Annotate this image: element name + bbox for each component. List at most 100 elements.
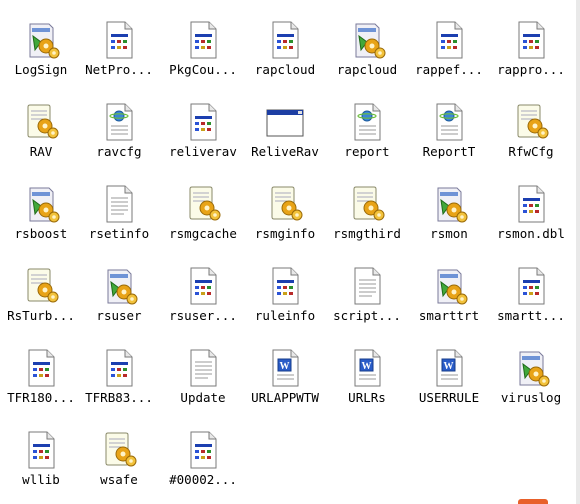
setup-scroll-icon [21,266,61,308]
setup-app-icon [99,266,139,308]
file-label: rappef... [415,62,483,77]
file-label: rsmon [430,226,468,241]
file-item[interactable]: rapcloud [326,20,408,90]
file-item[interactable]: wllib [0,430,82,500]
setup-scroll-icon [21,102,61,144]
file-label: rapcloud [254,62,316,77]
file-item[interactable]: W URLRs [326,348,408,418]
file-label: RsTurb... [7,308,75,323]
file-label: rsmgthird [333,226,401,241]
file-label: rapcloud [336,62,398,77]
svg-text:W: W [444,361,454,372]
file-item[interactable]: TFRB83... [78,348,160,418]
file-item[interactable]: rappef... [408,20,490,90]
dll-file-icon [511,266,551,308]
text-file-icon [183,348,223,390]
file-item[interactable]: viruslog [490,348,572,418]
word-doc-icon: W [347,348,387,390]
file-item[interactable]: rapcloud [244,20,326,90]
file-label: ruleinfo [254,308,316,323]
svg-text:W: W [362,361,372,372]
file-item[interactable]: reliverav [162,102,244,172]
file-label: smartt... [497,308,565,323]
file-item[interactable]: RsTurb... [0,266,82,336]
setup-app-icon [21,20,61,62]
file-label: reliverav [169,144,237,159]
file-item[interactable]: PkgCou... [162,20,244,90]
file-item[interactable]: W USERRULE [408,348,490,418]
setup-app-icon [429,184,469,226]
file-item[interactable]: report [326,102,408,172]
dll-file-icon [99,348,139,390]
setup-scroll-icon [347,184,387,226]
file-label: rsboost [14,226,68,241]
file-item[interactable]: rsuser [78,266,160,336]
file-item[interactable]: rsmon [408,184,490,254]
setup-app-icon [511,348,551,390]
taskbar-accent [518,499,548,504]
file-label: smarttrt [418,308,480,323]
scrollbar-edge[interactable] [576,0,580,504]
config-globe-icon [429,102,469,144]
setup-app-icon [429,266,469,308]
window-app-icon [265,102,305,144]
file-item[interactable]: LogSign [0,20,82,90]
file-item[interactable]: Update [162,348,244,418]
file-item[interactable]: rappro... [490,20,572,90]
file-item[interactable]: W URLAPPWTW [244,348,326,418]
dll-file-icon [265,266,305,308]
file-item[interactable]: RAV [0,102,82,172]
file-item[interactable]: #00002... [162,430,244,500]
file-item[interactable]: smarttrt [408,266,490,336]
dll-file-icon [21,430,61,472]
file-label: rsuser... [169,308,237,323]
file-item[interactable]: ReportT [408,102,490,172]
file-grid: LogSign NetPro... PkgCou... rapcloud rapclou… [0,0,580,504]
file-item[interactable]: rsuser... [162,266,244,336]
file-item[interactable]: ravcfg [78,102,160,172]
file-label: TFR180... [7,390,75,405]
dll-file-icon [183,266,223,308]
dll-file-icon [99,20,139,62]
file-label: LogSign [14,62,68,77]
file-label: viruslog [500,390,562,405]
file-item[interactable]: rsmginfo [244,184,326,254]
file-item[interactable]: NetPro... [78,20,160,90]
dll-file-icon [429,20,469,62]
file-item[interactable]: TFR180... [0,348,82,418]
file-item[interactable]: smartt... [490,266,572,336]
file-label: rsuser [96,308,142,323]
file-label: ReportT [422,144,476,159]
file-item[interactable]: ReliveRav [244,102,326,172]
config-globe-icon [99,102,139,144]
file-label: NetPro... [85,62,153,77]
dll-file-icon [265,20,305,62]
file-item[interactable]: rsboost [0,184,82,254]
file-item[interactable]: script... [326,266,408,336]
file-label: rsetinfo [88,226,150,241]
file-item[interactable]: ruleinfo [244,266,326,336]
dll-file-icon [21,348,61,390]
file-item[interactable]: rsmon.dbl [490,184,572,254]
file-item[interactable]: rsetinfo [78,184,160,254]
file-label: PkgCou... [169,62,237,77]
file-label: URLRs [348,390,386,405]
file-item[interactable]: RfwCfg [490,102,572,172]
setup-scroll-icon [99,430,139,472]
file-label: wllib [22,472,60,487]
dll-file-icon [183,20,223,62]
file-label: TFRB83... [85,390,153,405]
file-label: ReliveRav [251,144,319,159]
file-item[interactable]: rsmgcache [162,184,244,254]
file-label: wsafe [100,472,138,487]
file-label: rsmgcache [169,226,237,241]
file-label: #00002... [169,472,237,487]
text-file-icon [347,266,387,308]
word-doc-icon: W [265,348,305,390]
word-doc-icon: W [429,348,469,390]
file-item[interactable]: rsmgthird [326,184,408,254]
file-item[interactable]: wsafe [78,430,160,500]
file-label: ravcfg [96,144,142,159]
file-label: USERRULE [418,390,480,405]
svg-text:W: W [280,361,290,372]
